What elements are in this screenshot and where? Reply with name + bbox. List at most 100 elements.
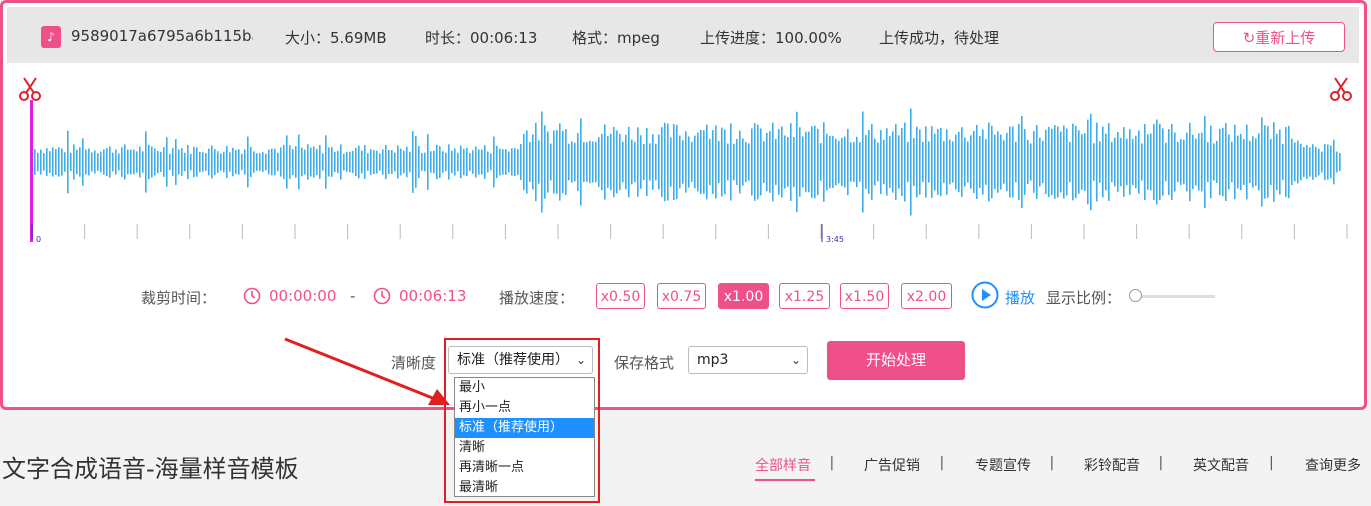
waveform-bar [1165, 142, 1167, 182]
waveform-bar [760, 128, 762, 196]
waveform-bar [586, 142, 588, 182]
waveform-bar [889, 136, 891, 188]
waveform-bar [256, 153, 258, 171]
waveform-bar [919, 129, 921, 195]
trim-end-time[interactable]: 00:06:13 [399, 287, 466, 305]
format-select-value: mp3 [697, 352, 729, 368]
waveform-bar [124, 144, 126, 180]
waveform-bar [1066, 128, 1068, 196]
waveform-bar [1276, 133, 1278, 191]
speed-button-x1_50[interactable]: x1.50 [840, 283, 889, 309]
waveform-bar [430, 151, 432, 173]
waveform-bar [82, 138, 84, 186]
waveform-bar [409, 151, 411, 173]
waveform-bar [142, 151, 144, 173]
zoom-slider-track[interactable] [1131, 295, 1215, 298]
waveform-bar [1204, 115, 1206, 209]
waveform-bar [1339, 152, 1341, 172]
trim-time-label: 裁剪时间： [141, 289, 217, 307]
waveform-bar [1027, 139, 1029, 185]
waveform-bar [1225, 123, 1227, 201]
waveform-bar [514, 148, 516, 176]
waveform-bar [745, 141, 747, 183]
play-icon[interactable] [971, 281, 999, 309]
speed-button-x0_75[interactable]: x0.75 [657, 283, 706, 309]
waveform-bar [34, 149, 36, 175]
format-select[interactable]: mp3 ⌄ [688, 346, 808, 374]
waveform-bar [934, 133, 936, 191]
section-tab[interactable]: 全部样音 [755, 455, 811, 475]
waveform-bar [769, 131, 771, 193]
clock-end-icon [373, 287, 391, 305]
waveform-bar [916, 126, 918, 198]
waveform-bar [565, 129, 567, 195]
waveform-bar [1258, 133, 1260, 191]
play-button[interactable]: 播放 [1005, 287, 1035, 308]
waveform-bar [712, 130, 714, 194]
waveform-bar [1315, 146, 1317, 178]
waveform-bar [1054, 125, 1056, 199]
waveform-bar [559, 123, 561, 201]
waveform-bar [598, 137, 600, 187]
speed-button-x1_25[interactable]: x1.25 [779, 283, 830, 309]
waveform-bar [670, 137, 672, 187]
waveform-bar [970, 135, 972, 189]
waveform-bar [991, 125, 993, 199]
waveform-bar [886, 128, 888, 196]
waveform-bar [1114, 137, 1116, 187]
reupload-button[interactable]: ↻重新上传 [1213, 22, 1345, 52]
file-info-bar: ♪ 9589017a6795a6b115ba 大小：5.69MB 时长：00:0… [7, 7, 1359, 63]
waveform-bar [376, 150, 378, 174]
waveform-bar [1138, 130, 1140, 194]
waveform-bar [1300, 143, 1302, 181]
waveform-bar [445, 152, 447, 172]
waveform-bar [1249, 140, 1251, 184]
start-processing-button[interactable]: 开始处理 [827, 341, 965, 380]
waveform-bar [58, 147, 60, 177]
waveform-bar [310, 147, 312, 177]
waveform-bar [340, 144, 342, 180]
waveform-bar [46, 148, 48, 176]
waveform-bar [247, 136, 249, 188]
waveform-bar [778, 129, 780, 195]
waveform-bar [1039, 137, 1041, 187]
speed-button-x1_00[interactable]: x1.00 [718, 283, 769, 309]
waveform-bar [721, 127, 723, 197]
waveform-bar [637, 127, 639, 197]
file-size: 大小：5.69MB [285, 29, 387, 47]
speed-button-x0_50[interactable]: x0.50 [596, 283, 645, 309]
waveform-bar [1210, 125, 1212, 199]
section-tab[interactable]: 广告促销 [864, 455, 920, 475]
waveform-bar [55, 149, 57, 175]
waveform-bar [937, 129, 939, 195]
waveform-bar [175, 139, 177, 185]
waveform-bar [280, 147, 282, 177]
waveform-bar [157, 150, 159, 174]
waveform-bar [1195, 138, 1197, 186]
waveform-bar [763, 141, 765, 183]
section-tab[interactable]: 彩铃配音 [1084, 455, 1140, 475]
waveform-bar [877, 142, 879, 182]
waveform-bar [259, 153, 261, 171]
waveform-bar [190, 153, 192, 171]
section-tab[interactable]: 专题宣传 [975, 455, 1031, 475]
section-tab[interactable]: 英文配音 [1193, 455, 1249, 475]
waveform-bar [496, 145, 498, 179]
waveform-bar [1237, 135, 1239, 189]
section-tab[interactable]: 查询更多 [1305, 455, 1361, 475]
timeline-tick-start: 0 [36, 235, 41, 244]
waveform-bar [1171, 123, 1173, 201]
speed-button-x2_00[interactable]: x2.00 [901, 283, 952, 309]
waveform-bar [871, 123, 873, 201]
tab-separator: | [939, 455, 945, 471]
waveform-bar [583, 142, 585, 182]
waveform-bar [931, 126, 933, 198]
waveform-bar [853, 141, 855, 183]
waveform-bar [733, 143, 735, 181]
zoom-slider-knob[interactable] [1129, 289, 1142, 302]
waveform-bar [751, 128, 753, 196]
trim-start-time[interactable]: 00:00:00 [269, 287, 336, 305]
waveform-bar [91, 152, 93, 172]
waveform-bar [1045, 129, 1047, 195]
waveform-bar [238, 149, 240, 175]
